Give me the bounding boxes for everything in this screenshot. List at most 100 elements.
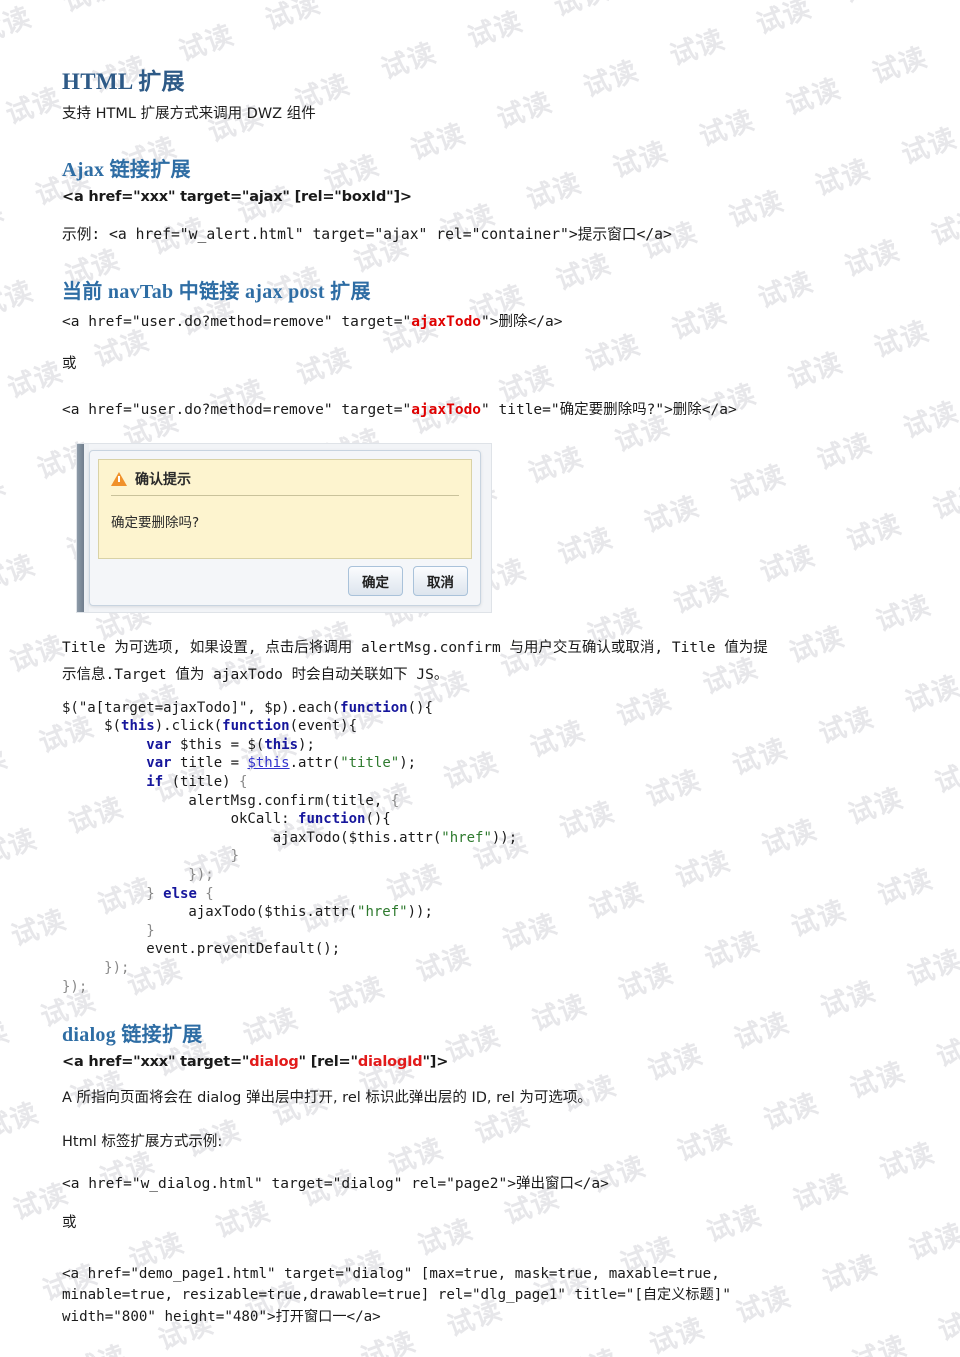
code-line: ajaxTodo($this.attr("href")); xyxy=(62,904,432,921)
code-token: (){ xyxy=(365,811,391,828)
code-token: "800" xyxy=(113,1309,156,1326)
document-page: 试读 试读 试读 试读 试读 试读 试读 试读 试读 试读 试读 试读 试读 试读 试读 试读 试读 试读 试读 试读… xyxy=(0,0,960,1357)
code-token: "href" xyxy=(441,829,492,846)
code-line: $(this).click(function(event){ xyxy=(62,718,357,734)
dialog-title-row: 确认提示 xyxy=(111,469,459,496)
code-token: (title) xyxy=(163,773,240,790)
code-token: href= xyxy=(87,1265,131,1282)
code-token: .attr( xyxy=(289,755,341,772)
section-heading-navtab: 当前 navTab 中链接 ajax post 扩展 xyxy=(62,280,371,303)
code-line: }); xyxy=(62,867,214,884)
ajax-example-code: 示例: <a href="w_alert.html" target="ajax"… xyxy=(62,226,672,244)
dialog-body: 确认提示 确定要删除吗? xyxy=(98,458,472,559)
code-line: } xyxy=(62,848,239,864)
dialog-cancel-button[interactable]: 取消 xyxy=(413,565,468,596)
code-token: } xyxy=(62,885,155,902)
code-line: <a href="demo_page1.html" target="dialog… xyxy=(62,1266,720,1282)
code-token: }); xyxy=(62,978,88,995)
code-token: { xyxy=(239,773,248,790)
watermark-text: 试读 xyxy=(752,1324,868,1357)
screenshot-left-edge xyxy=(77,443,84,612)
dialog-code-line-1: <a href="w_dialog.html" target="dialog" … xyxy=(62,1176,609,1193)
code-token: event.preventDefault(); xyxy=(62,941,341,958)
code-token: function xyxy=(298,811,366,828)
code-token: $this xyxy=(247,755,290,772)
code-token: rel= xyxy=(437,1287,473,1304)
code-line: var title = $this.attr("title"); xyxy=(62,755,416,771)
code-line: width="800" height="480">打开窗口一</a> xyxy=(62,1309,381,1325)
dialog-ok-button[interactable]: 确定 xyxy=(348,565,403,596)
code-token: }); xyxy=(62,960,130,977)
watermark-text: 试读 xyxy=(463,1338,579,1357)
page-title: HTML 扩展 xyxy=(62,69,185,94)
code-token: title= xyxy=(574,1287,626,1304)
code-token: function xyxy=(340,699,408,716)
code-token: "[自定义标题]" xyxy=(625,1287,731,1304)
code-line: }); xyxy=(62,960,129,976)
code-token: ); xyxy=(399,755,417,772)
code-token: "480" xyxy=(224,1309,268,1326)
or-separator-2: 或 xyxy=(62,1214,77,1231)
or-separator-1: 或 xyxy=(62,356,77,373)
code-token: (){ xyxy=(407,699,433,716)
code-token: > xyxy=(267,1309,276,1326)
code-token: var xyxy=(146,755,172,772)
code-token: "title" xyxy=(340,755,400,772)
explanation-line-1: Title 为可选项, 如果设置, 点击后将调用 alertMsg.confir… xyxy=(62,639,768,656)
code-token: } xyxy=(62,922,155,939)
confirm-dialog: 确认提示 确定要删除吗? 确定 取消 xyxy=(89,449,481,606)
code-line: }); xyxy=(62,979,87,995)
code-line: if (title) { xyxy=(62,774,247,790)
code-token: "dialog" xyxy=(343,1265,413,1282)
explanation-line-2: 示信息.Target 值为 ajaxTodo 时会自动关联如下 JS。 xyxy=(62,666,449,683)
code-token: ); xyxy=(298,736,315,753)
watermark-text: 试读 xyxy=(175,1351,291,1357)
code-token: 打开窗口一 xyxy=(275,1309,347,1326)
code-token: </a> xyxy=(346,1309,381,1326)
code-token: { xyxy=(390,792,400,809)
code-token: else xyxy=(163,885,197,902)
code-token: }); xyxy=(62,867,214,884)
dialog-tag-signature: <a href="xxx" target="dialog" [rel="dial… xyxy=(62,1054,449,1071)
final-code-block: <a href="demo_page1.html" target="dialog… xyxy=(62,1264,932,1329)
code-token: <a xyxy=(62,1265,88,1282)
dialog-message: 确定要删除吗? xyxy=(111,514,200,531)
code-token: title = xyxy=(171,755,248,772)
code-token: $this = $( xyxy=(171,736,265,753)
code-token: $("a[target=ajaxTodo]", $p).each( xyxy=(62,699,341,716)
html-example-label: Html 标签扩展方式示例: xyxy=(62,1133,223,1150)
code-token: [max=true, mask=true, maxable=true, xyxy=(412,1265,720,1282)
section-heading-dialog: dialog 链接扩展 xyxy=(62,1024,203,1047)
code-token: height= xyxy=(164,1309,225,1326)
code-token: "href" xyxy=(357,904,408,921)
navtab-code-line-1: <a href="user.do?method=remove" target="… xyxy=(62,313,563,330)
section-heading-ajax: Ajax 链接扩展 xyxy=(62,159,191,182)
code-line: okCall: function(){ xyxy=(62,811,391,827)
code-token: "dlg_page1" xyxy=(472,1287,566,1304)
code-token: { xyxy=(196,885,214,902)
code-token: width= xyxy=(62,1309,114,1326)
confirm-dialog-screenshot: 确认提示 确定要删除吗? 确定 取消 xyxy=(76,442,492,613)
code-line: ajaxTodo($this.attr("href")); xyxy=(62,830,517,846)
navtab-code-line-2: <a href="user.do?method=remove" target="… xyxy=(62,402,737,419)
code-token: "demo_page1.html" xyxy=(130,1265,276,1282)
code-line: minable=true, resizable=true,drawable=tr… xyxy=(62,1287,731,1303)
code-line: var $this = $(this); xyxy=(62,737,315,753)
document-content: HTML 扩展 支持 HTML 扩展方式来调用 DWZ 组件 Ajax 链接扩展… xyxy=(0,0,960,1329)
warning-triangle-icon xyxy=(111,471,127,486)
code-token: this xyxy=(264,736,299,753)
dialog-description: A 所指向页面将会在 dialog 弹出层中打开, rel 标识此弹出层的 ID… xyxy=(62,1090,592,1107)
code-token: if xyxy=(146,773,164,790)
code-token: ajaxTodo($this.attr( xyxy=(62,829,442,846)
code-token: ajaxTodo($this.attr( xyxy=(62,904,358,921)
code-token: this xyxy=(121,718,155,735)
code-token: )); xyxy=(491,829,518,846)
js-code-block: $("a[target=ajaxTodo]", $p).each(functio… xyxy=(62,699,932,997)
